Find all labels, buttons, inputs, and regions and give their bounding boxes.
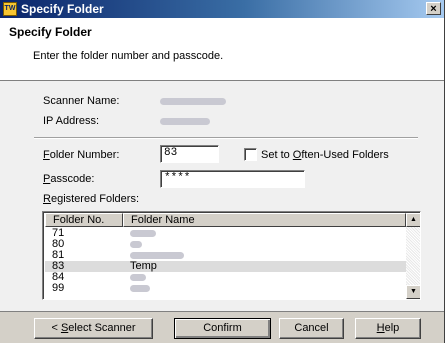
scroll-down-button[interactable]: ▼ [406, 285, 420, 299]
divider [34, 137, 418, 139]
close-button[interactable]: × [426, 2, 441, 15]
table-row[interactable]: 71 [45, 228, 406, 239]
table-row-selected[interactable]: 83 Temp [45, 261, 406, 272]
table-row[interactable]: 99 [45, 283, 406, 294]
select-scanner-button[interactable]: < Select Scanner [34, 318, 153, 339]
registered-folders-list[interactable]: Folder No. Folder Name 71 80 81 83 Temp … [42, 211, 421, 300]
ip-address-value-redacted [160, 118, 210, 125]
cancel-button[interactable]: Cancel [279, 318, 344, 339]
folder-number-label: Folder Number: [43, 149, 120, 161]
registered-folders-label: Registered Folders: [43, 193, 139, 205]
ip-address-label: IP Address: [43, 115, 100, 127]
scanner-app-icon: TW [3, 2, 17, 16]
passcode-input[interactable]: **** [160, 170, 305, 188]
confirm-button[interactable]: Confirm [174, 318, 271, 339]
scanner-name-label: Scanner Name: [43, 95, 120, 107]
often-used-label: Set to Often-Used Folders [261, 149, 389, 161]
window-title: Specify Folder [21, 2, 104, 16]
folder-name-redacted [130, 241, 142, 248]
folder-name-redacted [130, 274, 146, 281]
folder-name-redacted [130, 230, 156, 237]
folder-no-cell: 99 [52, 282, 65, 294]
folder-name-redacted [130, 252, 184, 259]
passcode-label: Passcode: [43, 173, 95, 185]
scanner-name-value-redacted [160, 98, 226, 105]
header-subtitle: Enter the folder number and passcode. [33, 50, 224, 62]
vertical-scrollbar[interactable]: ▲ ▼ [406, 213, 420, 299]
table-row[interactable]: 81 [45, 250, 406, 261]
scroll-up-button[interactable]: ▲ [406, 213, 420, 227]
header-title: Specify Folder [9, 25, 92, 39]
table-row[interactable]: 80 [45, 239, 406, 250]
column-header-folder-name[interactable]: Folder Name [123, 213, 406, 227]
specify-folder-window: TW Specify Folder × Specify Folder Enter… [0, 0, 445, 343]
title-bar: TW Specify Folder × [0, 0, 444, 18]
table-row[interactable]: 84 [45, 272, 406, 283]
button-bar: < Select Scanner Confirm Cancel Help [0, 311, 444, 343]
folder-name-cell: Temp [130, 260, 157, 272]
dialog-header: Specify Folder Enter the folder number a… [0, 18, 444, 81]
often-used-checkbox[interactable] [244, 148, 257, 161]
column-header-folder-no[interactable]: Folder No. [45, 213, 123, 227]
help-button[interactable]: Help [355, 318, 421, 339]
folder-name-redacted [130, 285, 150, 292]
folder-number-input[interactable]: 83 [160, 145, 219, 163]
